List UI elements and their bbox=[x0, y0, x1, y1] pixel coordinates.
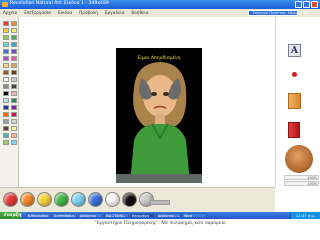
left-eye bbox=[151, 92, 157, 96]
palette-color-dot[interactable] bbox=[122, 192, 137, 207]
color-swatch[interactable] bbox=[3, 133, 9, 138]
desktop-screen: Revolution Natural Art: Εικόνα 1 - 349x4… bbox=[0, 0, 320, 219]
taskbar-item[interactable]: ΙΚΑ ΣΤΑΜΑ... bbox=[104, 213, 129, 218]
color-swatch[interactable] bbox=[3, 105, 9, 110]
color-swatch[interactable] bbox=[11, 105, 17, 110]
menu-image[interactable]: Εικόνα bbox=[58, 9, 72, 17]
color-swatch[interactable] bbox=[11, 63, 17, 68]
palette-frame-tab[interactable]: Επιλογή Παλέτας Χρώματος bbox=[248, 10, 307, 16]
color-swatch[interactable] bbox=[11, 42, 17, 47]
color-swatch[interactable] bbox=[3, 91, 9, 96]
start-label: έναρξη bbox=[4, 213, 22, 218]
menu-tools[interactable]: Εργαλεία bbox=[105, 9, 124, 17]
color-swatch[interactable] bbox=[3, 70, 9, 75]
palette-dots bbox=[3, 192, 154, 207]
color-palette-bar bbox=[0, 187, 275, 212]
menu-help[interactable]: Βοήθεια bbox=[131, 9, 148, 17]
window-title: Revolution Natural Art: Εικόνα 1 - 349x4… bbox=[10, 1, 109, 6]
color-swatch[interactable] bbox=[11, 112, 17, 117]
app-icon bbox=[2, 2, 8, 7]
color-swatch[interactable] bbox=[11, 77, 17, 82]
palette-frame-label: Επιλογή Παλέτας Χρώματος bbox=[253, 10, 308, 15]
color-swatch[interactable] bbox=[11, 133, 17, 138]
palette-color-dot[interactable] bbox=[54, 192, 69, 207]
taskbar: έναρξη Κ:Revolution ScreenNatur... Διαδι… bbox=[0, 212, 320, 219]
taskbar-item[interactable]: Word bbox=[182, 213, 207, 218]
taskbar-item[interactable]: ScreenNatur... bbox=[52, 213, 77, 218]
red-box-icon[interactable] bbox=[288, 122, 300, 138]
color-swatch[interactable] bbox=[11, 119, 17, 124]
color-swatch[interactable] bbox=[3, 56, 9, 61]
color-swatch[interactable] bbox=[3, 63, 9, 68]
color-swatch[interactable] bbox=[11, 28, 17, 33]
color-swatch[interactable] bbox=[3, 77, 9, 82]
palette-color-dot[interactable] bbox=[37, 192, 52, 207]
color-swatch[interactable] bbox=[3, 112, 9, 117]
palette-slider[interactable] bbox=[150, 200, 170, 205]
palette-color-dot[interactable] bbox=[71, 192, 86, 207]
maximize-button[interactable] bbox=[303, 1, 310, 8]
color-swatch[interactable] bbox=[11, 35, 17, 40]
palette-color-dot[interactable] bbox=[3, 192, 18, 207]
taskbar-item[interactable]: Διαδικτυο bbox=[78, 213, 103, 218]
menu-edit[interactable]: Επεξεργασία bbox=[24, 9, 51, 17]
color-swatch[interactable] bbox=[3, 28, 9, 33]
color-swatch[interactable] bbox=[3, 35, 9, 40]
close-button[interactable] bbox=[311, 1, 318, 8]
drawing-canvas[interactable]: Είμαι Απηυδισμένη bbox=[116, 48, 202, 183]
tools-panel: A 100% 100% bbox=[275, 17, 320, 187]
brush-dot-icon[interactable] bbox=[292, 72, 297, 77]
color-swatch[interactable] bbox=[3, 126, 9, 131]
color-swatch[interactable] bbox=[11, 98, 17, 103]
zoom-field[interactable]: 100% bbox=[284, 175, 319, 180]
swatch-grid bbox=[3, 21, 17, 145]
palette-color-dot[interactable] bbox=[20, 192, 35, 207]
canvas-area[interactable]: Είμαι Απηυδισμένη bbox=[19, 17, 275, 187]
drawing-illustration bbox=[116, 62, 202, 183]
right-eye bbox=[163, 92, 169, 96]
neck bbox=[155, 114, 165, 124]
color-swatch[interactable] bbox=[3, 84, 9, 89]
taskbar-item[interactable]: Κ:Revolution bbox=[26, 213, 51, 218]
menu-file[interactable]: Αρχείο bbox=[3, 9, 17, 17]
palette-color-dot[interactable] bbox=[105, 192, 120, 207]
zoom-field[interactable]: 100% bbox=[284, 181, 319, 186]
color-swatch[interactable] bbox=[11, 91, 17, 96]
color-swatch[interactable] bbox=[11, 70, 17, 75]
minimize-button[interactable] bbox=[295, 1, 302, 8]
color-swatch[interactable] bbox=[3, 49, 9, 54]
color-swatch[interactable] bbox=[11, 140, 17, 145]
text-tool-icon[interactable]: A bbox=[288, 44, 301, 57]
color-swatch[interactable] bbox=[3, 98, 9, 103]
color-swatch[interactable] bbox=[11, 56, 17, 61]
menu-bar: Αρχείο Επεξεργασία Εικόνα Προβολή Εργαλε… bbox=[0, 9, 320, 17]
task-items: Κ:Revolution ScreenNatur... Διαδικτυο ΙΚ… bbox=[26, 213, 207, 218]
orange-box-icon[interactable] bbox=[288, 93, 301, 109]
photo-caption: "Εργαστήριο Πληροφορικής": Με πολύφημά, … bbox=[94, 220, 226, 226]
menu-view[interactable]: Προβολή bbox=[79, 9, 98, 17]
color-swatch[interactable] bbox=[11, 126, 17, 131]
color-swatch[interactable] bbox=[11, 21, 17, 26]
color-swatch[interactable] bbox=[3, 42, 9, 47]
color-swatch[interactable] bbox=[3, 140, 9, 145]
color-swatch[interactable] bbox=[11, 49, 17, 54]
color-swatch[interactable] bbox=[3, 21, 9, 26]
coin-icon[interactable] bbox=[285, 145, 313, 173]
color-sidebar bbox=[0, 17, 19, 187]
window-controls bbox=[295, 1, 318, 8]
table bbox=[116, 174, 202, 183]
window-titlebar: Revolution Natural Art: Εικόνα 1 - 349x4… bbox=[0, 0, 320, 9]
color-swatch[interactable] bbox=[3, 119, 9, 124]
palette-color-dot[interactable] bbox=[88, 192, 103, 207]
color-swatch[interactable] bbox=[11, 84, 17, 89]
taskbar-item[interactable]: Revolution bbox=[130, 213, 155, 218]
start-button[interactable]: έναρξη bbox=[0, 212, 22, 219]
taskbar-item[interactable]: Διαδικτυο - ... bbox=[156, 213, 181, 218]
system-tray-clock[interactable]: 11:47 π.μ. bbox=[290, 212, 320, 219]
